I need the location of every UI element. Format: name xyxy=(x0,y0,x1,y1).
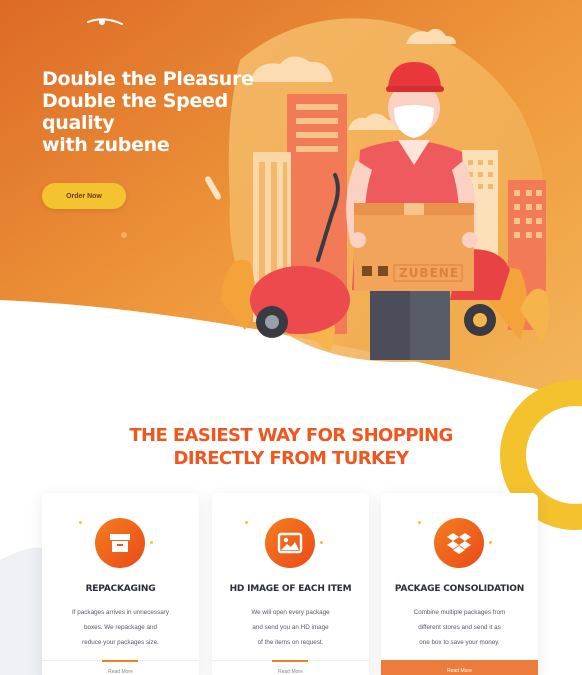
card-description: If packages arrives in unnecessary boxes… xyxy=(52,605,189,650)
card-text-line: different stores and send it as xyxy=(418,624,501,631)
card-footer[interactable]: Read More xyxy=(212,660,369,675)
read-more-link[interactable]: Read More xyxy=(447,668,472,674)
hero-title-line: Double the Pleasure xyxy=(42,68,254,90)
box-icon xyxy=(95,518,145,568)
section-title: THE EASIEST WAY FOR SHOPPING DIRECTLY FR… xyxy=(0,424,582,470)
card-text-line: boxes. We repackage and xyxy=(83,624,158,631)
decor-dot xyxy=(489,541,492,544)
card-text-line: If packages arrives in unnecessary xyxy=(72,609,169,616)
service-card-hd-image[interactable]: HD IMAGE OF EACH ITEM We will open every… xyxy=(212,493,369,675)
card-title: PACKAGE CONSOLIDATION xyxy=(394,584,525,594)
read-more-link[interactable]: Read More xyxy=(108,669,133,675)
footer-accent xyxy=(102,660,138,662)
card-title: HD IMAGE OF EACH ITEM xyxy=(229,584,352,594)
hero-title: Double the Pleasure Double the Speed qua… xyxy=(42,68,282,156)
card-footer[interactable]: Read More xyxy=(381,660,538,675)
decor-dot xyxy=(79,521,82,524)
decor-dot xyxy=(320,541,323,544)
section-title-line: DIRECTLY FROM TURKEY xyxy=(173,448,410,469)
card-title: REPACKAGING xyxy=(85,584,156,594)
card-text-line: We will open every package xyxy=(251,609,330,616)
card-text-line: one box to save your money. xyxy=(419,639,500,646)
card-description: Combine multiple packages from different… xyxy=(391,605,528,650)
card-footer[interactable]: Read More xyxy=(42,660,199,675)
service-card-consolidation[interactable]: PACKAGE CONSOLIDATION Combine multiple p… xyxy=(381,493,538,675)
card-text-line: of the items on request. xyxy=(257,639,324,646)
read-more-link[interactable]: Read More xyxy=(278,669,303,675)
box-brand-label: ZUBENE xyxy=(398,266,460,280)
footer-accent xyxy=(272,660,308,662)
service-card-repackaging[interactable]: REPACKAGING If packages arrives in unnec… xyxy=(42,493,199,675)
card-text-line: Combine multiple packages from xyxy=(413,609,506,616)
order-now-button[interactable]: Order Now xyxy=(42,183,126,209)
card-description: We will open every package and send you … xyxy=(222,605,359,650)
card-text-line: reduce your packages size. xyxy=(82,639,159,646)
section-title-line: THE EASIEST WAY FOR SHOPPING xyxy=(129,425,453,446)
dropbox-icon xyxy=(434,518,484,568)
card-text-line: and send you an HD image xyxy=(252,624,329,631)
hero-title-line: with zubene xyxy=(42,134,170,156)
hero-title-line: Double the Speed xyxy=(42,90,228,112)
decor-dot xyxy=(418,521,421,524)
hero-title-line: quality xyxy=(42,112,115,134)
image-icon xyxy=(265,518,315,568)
decor-dot xyxy=(245,521,248,524)
decor-dot xyxy=(150,541,153,544)
